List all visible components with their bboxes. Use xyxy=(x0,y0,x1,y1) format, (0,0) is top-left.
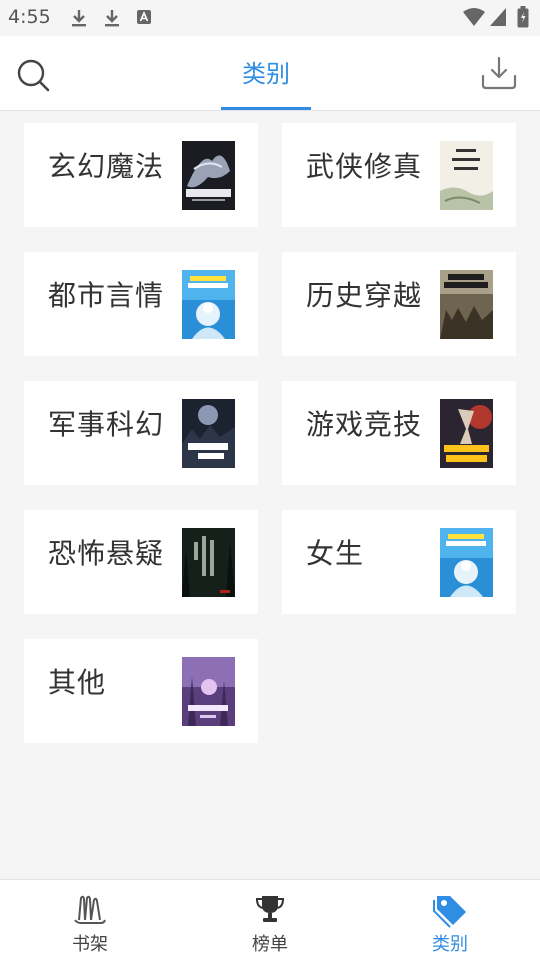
category-card-military-scifi[interactable]: 军事科幻 xyxy=(24,381,258,485)
category-card-wuxia[interactable]: 武侠修真 xyxy=(282,123,516,227)
bookshelf-icon xyxy=(74,895,106,924)
book-cover-image xyxy=(182,657,235,726)
category-label: 游戏竞技 xyxy=(306,408,423,441)
book-cover-image xyxy=(440,528,493,597)
tag-icon xyxy=(433,896,466,928)
status-time: 4:55 xyxy=(8,6,51,28)
category-label: 恐怖悬疑 xyxy=(48,537,165,570)
download-icon[interactable] xyxy=(480,56,518,90)
book-cover-image xyxy=(182,270,235,339)
book-cover-image xyxy=(182,141,235,210)
category-card-fantasy[interactable]: 玄幻魔法 xyxy=(24,123,258,227)
book-cover-image xyxy=(182,399,235,468)
nav-bookshelf[interactable]: 书架 xyxy=(0,880,180,961)
category-card-other[interactable]: 其他 xyxy=(24,639,258,743)
book-cover-image xyxy=(440,141,493,210)
trophy-icon xyxy=(255,896,285,922)
download-notification-icon xyxy=(72,10,86,27)
book-cover-image xyxy=(182,528,235,597)
book-cover-image xyxy=(440,399,493,468)
category-label: 都市言情 xyxy=(48,279,165,312)
nav-rankings[interactable]: 榜单 xyxy=(180,880,360,961)
wifi-icon xyxy=(463,8,485,26)
category-label: 军事科幻 xyxy=(48,408,165,441)
nav-bookshelf-label: 书架 xyxy=(72,934,108,955)
book-cover-image xyxy=(440,270,493,339)
tab-categories[interactable]: 类别 xyxy=(221,36,311,110)
tab-indicator xyxy=(221,107,311,110)
category-card-horror[interactable]: 恐怖悬疑 xyxy=(24,510,258,614)
category-label: 历史穿越 xyxy=(306,279,423,312)
tab-categories-label: 类别 xyxy=(242,60,290,88)
category-card-urban-romance[interactable]: 都市言情 xyxy=(24,252,258,356)
category-label: 女生 xyxy=(306,537,365,570)
nav-rankings-label: 榜单 xyxy=(252,934,288,955)
search-icon[interactable] xyxy=(16,58,50,92)
category-card-history[interactable]: 历史穿越 xyxy=(282,252,516,356)
category-label: 其他 xyxy=(48,666,107,699)
cellular-signal-icon xyxy=(490,8,506,26)
app-notification-icon xyxy=(137,10,151,24)
category-label: 武侠修真 xyxy=(306,150,423,183)
status-bar: 4:55 xyxy=(0,0,540,36)
download-notification-icon-2 xyxy=(105,10,119,27)
nav-categories[interactable]: 类别 xyxy=(360,880,540,961)
battery-icon xyxy=(517,6,529,28)
top-bar: 类别 xyxy=(0,36,540,111)
category-label: 玄幻魔法 xyxy=(48,150,165,183)
category-card-female[interactable]: 女生 xyxy=(282,510,516,614)
category-card-gaming[interactable]: 游戏竞技 xyxy=(282,381,516,485)
bottom-navigation: 书架 榜单 类别 xyxy=(0,879,540,961)
nav-categories-label: 类别 xyxy=(432,934,468,955)
